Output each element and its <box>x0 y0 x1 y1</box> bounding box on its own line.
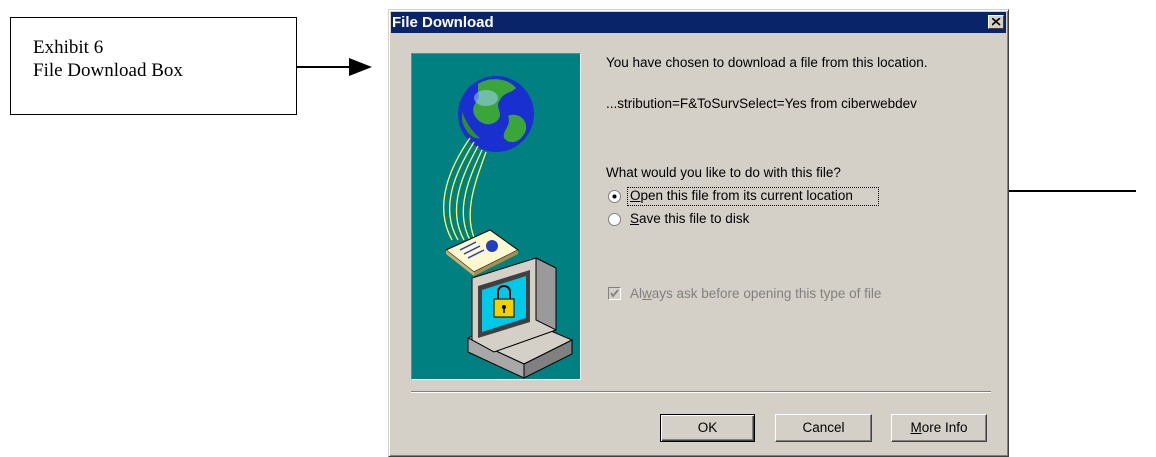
open-radio-button[interactable] <box>608 190 621 203</box>
action-question: What would you like to do with this file… <box>606 165 841 180</box>
save-radio-button[interactable] <box>608 213 621 226</box>
computer-icon <box>466 257 574 379</box>
dialog-titlebar[interactable]: File Download <box>391 12 1006 33</box>
download-location: ...stribution=F&ToSurvSelect=Yes from ci… <box>606 96 917 111</box>
ok-button[interactable]: OK <box>660 414 755 442</box>
always-ask-label[interactable]: Always ask before opening this type of f… <box>630 286 881 301</box>
transfer-lines <box>443 137 487 243</box>
close-x-icon <box>992 18 1001 26</box>
open-option-label[interactable]: Open this file from its current location <box>630 188 853 203</box>
more-info-button[interactable]: More Info <box>891 414 987 442</box>
checkmark-icon <box>610 289 619 298</box>
close-button[interactable] <box>988 15 1004 29</box>
download-message: You have chosen to download a file from … <box>606 55 928 70</box>
button-separator <box>411 391 991 393</box>
always-ask-checkbox[interactable] <box>608 287 621 300</box>
download-illustration <box>411 53 581 380</box>
cancel-button[interactable]: Cancel <box>775 414 872 442</box>
globe-icon <box>458 76 534 152</box>
dialog-title: File Download <box>392 14 494 31</box>
save-option-label[interactable]: Save this file to disk <box>630 211 749 226</box>
arrow-to-dialog <box>297 58 372 76</box>
file-download-dialog: File Download You have chosen to downloa… <box>388 9 1009 457</box>
